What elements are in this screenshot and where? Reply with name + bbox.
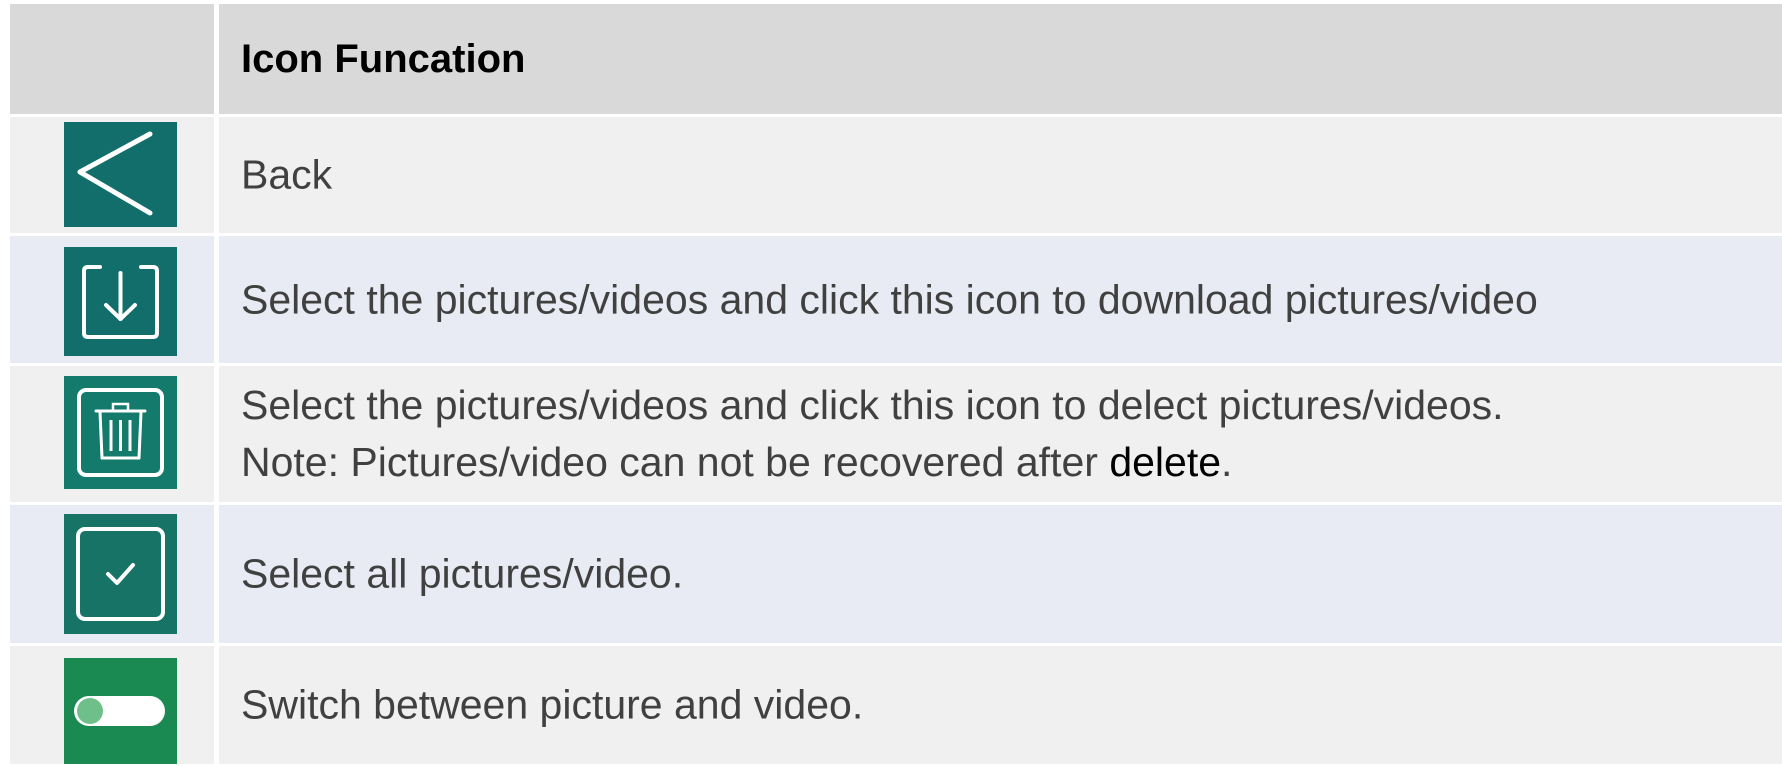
icon-cell <box>10 366 214 502</box>
function-description: Select the pictures/videos and click thi… <box>241 276 1538 322</box>
table-row: Select the pictures/videos and click thi… <box>10 236 1782 363</box>
function-description: Select the pictures/videos and click thi… <box>241 377 1772 491</box>
toggle-switch-icon <box>64 658 177 764</box>
trash-icon <box>64 376 177 489</box>
header-icon-cell <box>10 4 214 114</box>
function-cell: Switch between picture and video. <box>219 646 1782 764</box>
function-cell: Back <box>219 117 1782 233</box>
function-description-line-2: Note: Pictures/video can not be recovere… <box>241 434 1772 491</box>
function-description: Select all pictures/video. <box>241 550 684 597</box>
table-row: Select all pictures/video. <box>10 505 1782 643</box>
note-period: . <box>1221 439 1233 485</box>
delete-keyword: delete <box>1109 439 1222 485</box>
icon-function-table: Icon Funcation Back Select the pictures/… <box>10 4 1782 764</box>
table-row: Back <box>10 117 1782 233</box>
header-function-label: Icon Funcation <box>241 37 526 81</box>
icon-cell <box>10 505 214 643</box>
icon-cell <box>10 117 214 233</box>
icon-cell <box>10 646 214 764</box>
function-description-line-1: Select the pictures/videos and click thi… <box>241 382 1504 428</box>
download-icon <box>64 247 177 356</box>
back-chevron-icon <box>64 122 177 227</box>
function-cell: Select the pictures/videos and click thi… <box>219 366 1782 502</box>
table-row: Select the pictures/videos and click thi… <box>10 366 1782 502</box>
select-all-checkbox-icon <box>64 514 177 634</box>
header-function-cell: Icon Funcation <box>219 4 1782 114</box>
icon-cell <box>10 236 214 363</box>
function-cell: Select the pictures/videos and click thi… <box>219 236 1782 363</box>
note-text: Note: Pictures/video can not be recovere… <box>241 439 1110 485</box>
function-cell: Select all pictures/video. <box>219 505 1782 643</box>
function-description: Back <box>241 151 333 198</box>
function-description: Switch between picture and video. <box>241 681 864 728</box>
table-header-row: Icon Funcation <box>10 4 1782 114</box>
table-row: Switch between picture and video. <box>10 646 1782 764</box>
